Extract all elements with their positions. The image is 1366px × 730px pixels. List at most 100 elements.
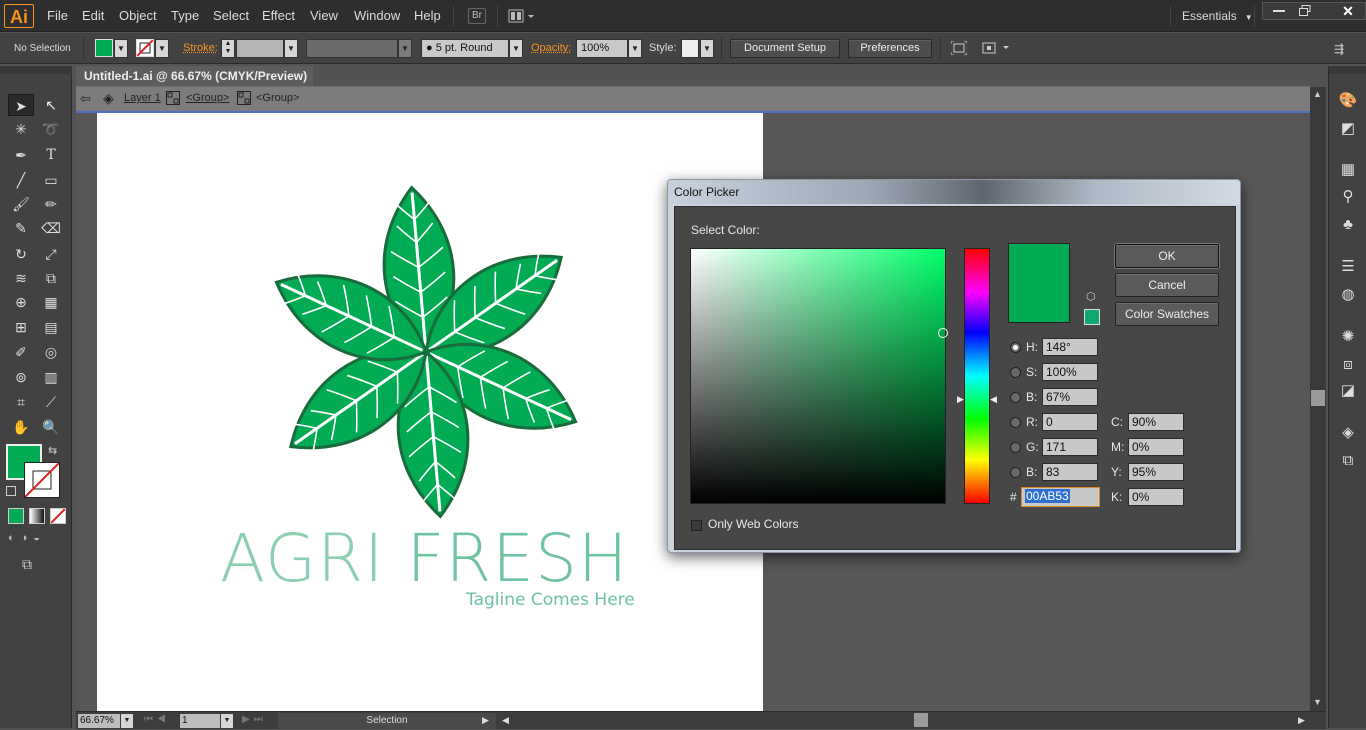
perspective-grid-tool-icon[interactable]: ▦	[38, 291, 64, 313]
menu-effect[interactable]: Effect	[262, 0, 295, 32]
close-window-icon[interactable]: ✕	[1329, 2, 1366, 20]
scale-tool-icon[interactable]: ⤢	[38, 243, 64, 265]
restore-icon[interactable]	[1299, 5, 1311, 16]
appearance-panel-icon[interactable]: ✺	[1337, 326, 1359, 348]
hex-field[interactable]: 00AB53	[1021, 487, 1100, 507]
type-tool-icon[interactable]: T	[38, 144, 64, 166]
brush-definition-field[interactable]: ● 5 pt. Round	[421, 39, 509, 58]
radio-saturation[interactable]	[1010, 367, 1021, 378]
hue-slider[interactable]	[964, 248, 990, 504]
slice-tool-icon[interactable]: ⟋	[38, 391, 64, 413]
paintbrush-tool-icon[interactable]: 🖌	[8, 193, 34, 215]
free-transform-tool-icon[interactable]: ⧉	[38, 267, 64, 289]
stroke-label[interactable]: Stroke:	[183, 42, 218, 54]
radio-red[interactable]	[1010, 417, 1021, 428]
scroll-left-arrow-icon[interactable]: ◀	[502, 715, 509, 726]
rotate-tool-icon[interactable]: ↻	[8, 243, 34, 265]
width-tool-icon[interactable]: ≋	[8, 267, 34, 289]
brand-tagline[interactable]: Tagline Comes Here	[466, 590, 635, 610]
menu-view[interactable]: View	[310, 0, 338, 32]
arrange-documents-icon[interactable]	[508, 8, 536, 24]
stroke-weight-stepper[interactable]: ▲ ▼	[221, 39, 235, 58]
magic-wand-tool-icon[interactable]: ✳	[8, 118, 34, 140]
radio-blue[interactable]	[1010, 467, 1021, 478]
hue-slider-right-handle[interactable]: ◀	[990, 394, 997, 405]
color-panel-icon[interactable]: 🎨	[1337, 90, 1359, 112]
symbol-sprayer-tool-icon[interactable]: ⊚	[8, 366, 34, 388]
dock-grip[interactable]	[1329, 66, 1366, 74]
scroll-right-arrow-icon[interactable]: ▶	[1298, 715, 1305, 726]
radio-brightness[interactable]	[1010, 392, 1021, 403]
red-field[interactable]: 0	[1042, 413, 1098, 431]
out-of-gamut-cube-icon[interactable]: ⬡	[1086, 290, 1096, 303]
stroke-swatch[interactable]	[136, 39, 154, 57]
stroke-color-box[interactable]	[24, 462, 60, 498]
zoom-field[interactable]: 66.67%	[78, 714, 120, 728]
yellow-field[interactable]: 95%	[1128, 463, 1184, 481]
pen-tool-icon[interactable]: ✒	[8, 144, 34, 166]
shape-builder-tool-icon[interactable]: ⊕	[8, 291, 34, 313]
blob-brush-tool-icon[interactable]: ✎	[8, 217, 34, 239]
color-mode-icon[interactable]	[8, 508, 24, 524]
green-field[interactable]: 171	[1042, 438, 1098, 456]
bridge-icon[interactable]: Br	[468, 8, 486, 24]
direct-selection-tool-icon[interactable]: ↖	[38, 94, 64, 116]
fill-swatch[interactable]	[95, 39, 113, 57]
menu-file[interactable]: File	[47, 0, 68, 32]
document-tab[interactable]: Untitled-1.ai @ 66.67% (CMYK/Preview) ×	[76, 66, 313, 103]
menu-object[interactable]: Object	[119, 0, 157, 32]
cancel-button[interactable]: Cancel	[1115, 273, 1219, 297]
stroke-weight-field[interactable]	[236, 39, 284, 58]
style-dropdown[interactable]: ▼	[700, 39, 714, 58]
hand-tool-icon[interactable]: ✋	[8, 416, 34, 438]
selection-tool-icon[interactable]: ➤	[8, 94, 34, 116]
only-web-colors-checkbox[interactable]	[691, 520, 702, 531]
isolate-object-icon[interactable]	[950, 40, 968, 56]
brush-dropdown[interactable]: ▼	[509, 39, 523, 58]
menu-window[interactable]: Window	[354, 0, 400, 32]
swap-fill-stroke-icon[interactable]: ⇆	[48, 444, 57, 457]
lasso-tool-icon[interactable]: ➰	[38, 118, 64, 140]
menu-type[interactable]: Type	[171, 0, 199, 32]
workspace-switcher[interactable]: Essentials ▼	[1182, 9, 1253, 23]
panel-menu-icon[interactable]: ⇶	[1334, 42, 1344, 56]
profile-dropdown[interactable]: ▼	[398, 39, 412, 58]
brand-title[interactable]: AGRI FRESH	[220, 520, 628, 597]
none-mode-icon[interactable]	[50, 508, 66, 524]
eyedropper-tool-icon[interactable]: ✐	[8, 341, 34, 363]
dialog-titlebar[interactable]: Color Picker	[668, 180, 1240, 204]
brightness-field[interactable]: 67%	[1042, 388, 1098, 406]
scroll-down-arrow-icon[interactable]: ▼	[1313, 697, 1322, 707]
preferences-button[interactable]: Preferences	[848, 39, 932, 58]
graphic-styles-panel-icon[interactable]: ⧈	[1337, 354, 1359, 376]
gradient-tool-icon[interactable]: ▤	[38, 316, 64, 338]
magenta-field[interactable]: 0%	[1128, 438, 1184, 456]
crumb-group-2[interactable]: <Group>	[256, 92, 299, 104]
saturation-field[interactable]: 100%	[1042, 363, 1098, 381]
blue-field[interactable]: 83	[1042, 463, 1098, 481]
radio-hue[interactable]	[1010, 342, 1021, 353]
menu-select[interactable]: Select	[213, 0, 249, 32]
line-segment-tool-icon[interactable]: ╱	[8, 169, 34, 191]
menu-help[interactable]: Help	[414, 0, 441, 32]
leaf-flower-artwork[interactable]	[230, 160, 610, 530]
layers-panel-icon[interactable]: ◈	[1337, 422, 1359, 444]
crumb-group-1[interactable]: <Group>	[186, 92, 229, 104]
brushes-panel-icon[interactable]: ⚲	[1337, 186, 1359, 208]
scroll-up-arrow-icon[interactable]: ▲	[1313, 89, 1322, 99]
color-field[interactable]	[690, 248, 948, 504]
mesh-tool-icon[interactable]: ⊞	[8, 316, 34, 338]
horizontal-scroll-thumb[interactable]	[914, 713, 928, 727]
artboard-number-field[interactable]: 1	[180, 714, 220, 728]
document-setup-button[interactable]: Document Setup	[730, 39, 840, 58]
cyan-field[interactable]: 90%	[1128, 413, 1184, 431]
opacity-dropdown[interactable]: ▼	[628, 39, 642, 58]
fill-dropdown[interactable]: ▼	[114, 39, 128, 58]
opacity-field[interactable]: 100%	[576, 39, 628, 58]
minimize-icon[interactable]	[1273, 10, 1285, 12]
screen-mode-icon[interactable]: ⧉	[22, 556, 48, 572]
default-fill-stroke-icon[interactable]	[6, 486, 16, 496]
pencil-tool-icon[interactable]: ✏	[38, 193, 64, 215]
blend-tool-icon[interactable]: ◎	[38, 341, 64, 363]
crumb-layer[interactable]: Layer 1	[124, 92, 161, 104]
